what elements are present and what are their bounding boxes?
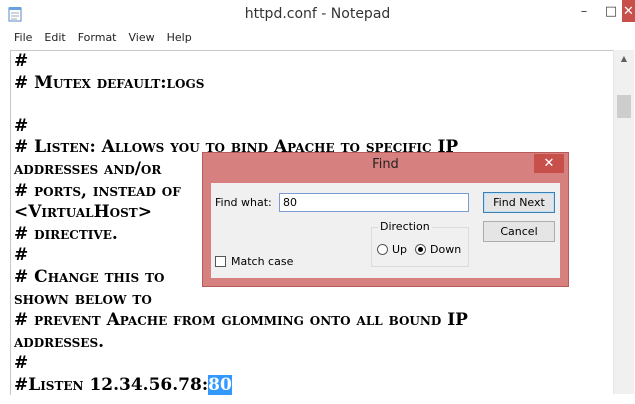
find-dialog-title: Find <box>372 157 399 172</box>
menu-edit[interactable]: Edit <box>38 28 71 48</box>
title-bar: httpd.conf - Notepad – □ ✕ <box>0 0 635 28</box>
selected-text: 80 <box>208 374 232 395</box>
up-label: Up <box>392 243 408 256</box>
vertical-scrollbar[interactable]: ▲ <box>613 50 634 394</box>
find-dialog: Find ✕ Find what: 80 Find Next Cancel Di… <box>202 152 569 287</box>
close-window-button[interactable]: ✕ <box>622 0 635 22</box>
cancel-button[interactable]: Cancel <box>483 221 555 242</box>
menu-bar: File Edit Format View Help <box>0 28 635 48</box>
menu-file[interactable]: File <box>8 28 38 48</box>
direction-label: Direction <box>378 220 432 233</box>
down-label: Down <box>430 243 462 256</box>
find-what-label: Find what: <box>215 196 272 209</box>
scroll-up-arrow-icon[interactable]: ▲ <box>614 50 634 68</box>
scrollbar-thumb[interactable] <box>617 95 631 118</box>
direction-group: Direction Up Down <box>371 220 469 267</box>
find-dialog-body: Find what: 80 Find Next Cancel Direction… <box>211 183 560 278</box>
menu-help[interactable]: Help <box>161 28 198 48</box>
match-case-checkbox[interactable] <box>215 256 226 267</box>
minimize-button[interactable]: – <box>569 0 599 22</box>
match-case-label: Match case <box>231 255 294 268</box>
find-dialog-close-button[interactable]: ✕ <box>534 154 564 173</box>
up-radio[interactable] <box>377 244 388 255</box>
menu-format[interactable]: Format <box>72 28 123 48</box>
down-radio[interactable] <box>415 244 426 255</box>
menu-view[interactable]: View <box>123 28 161 48</box>
find-next-button[interactable]: Find Next <box>483 192 555 213</box>
window-title: httpd.conf - Notepad <box>244 6 391 22</box>
find-what-input[interactable]: 80 <box>279 193 469 212</box>
